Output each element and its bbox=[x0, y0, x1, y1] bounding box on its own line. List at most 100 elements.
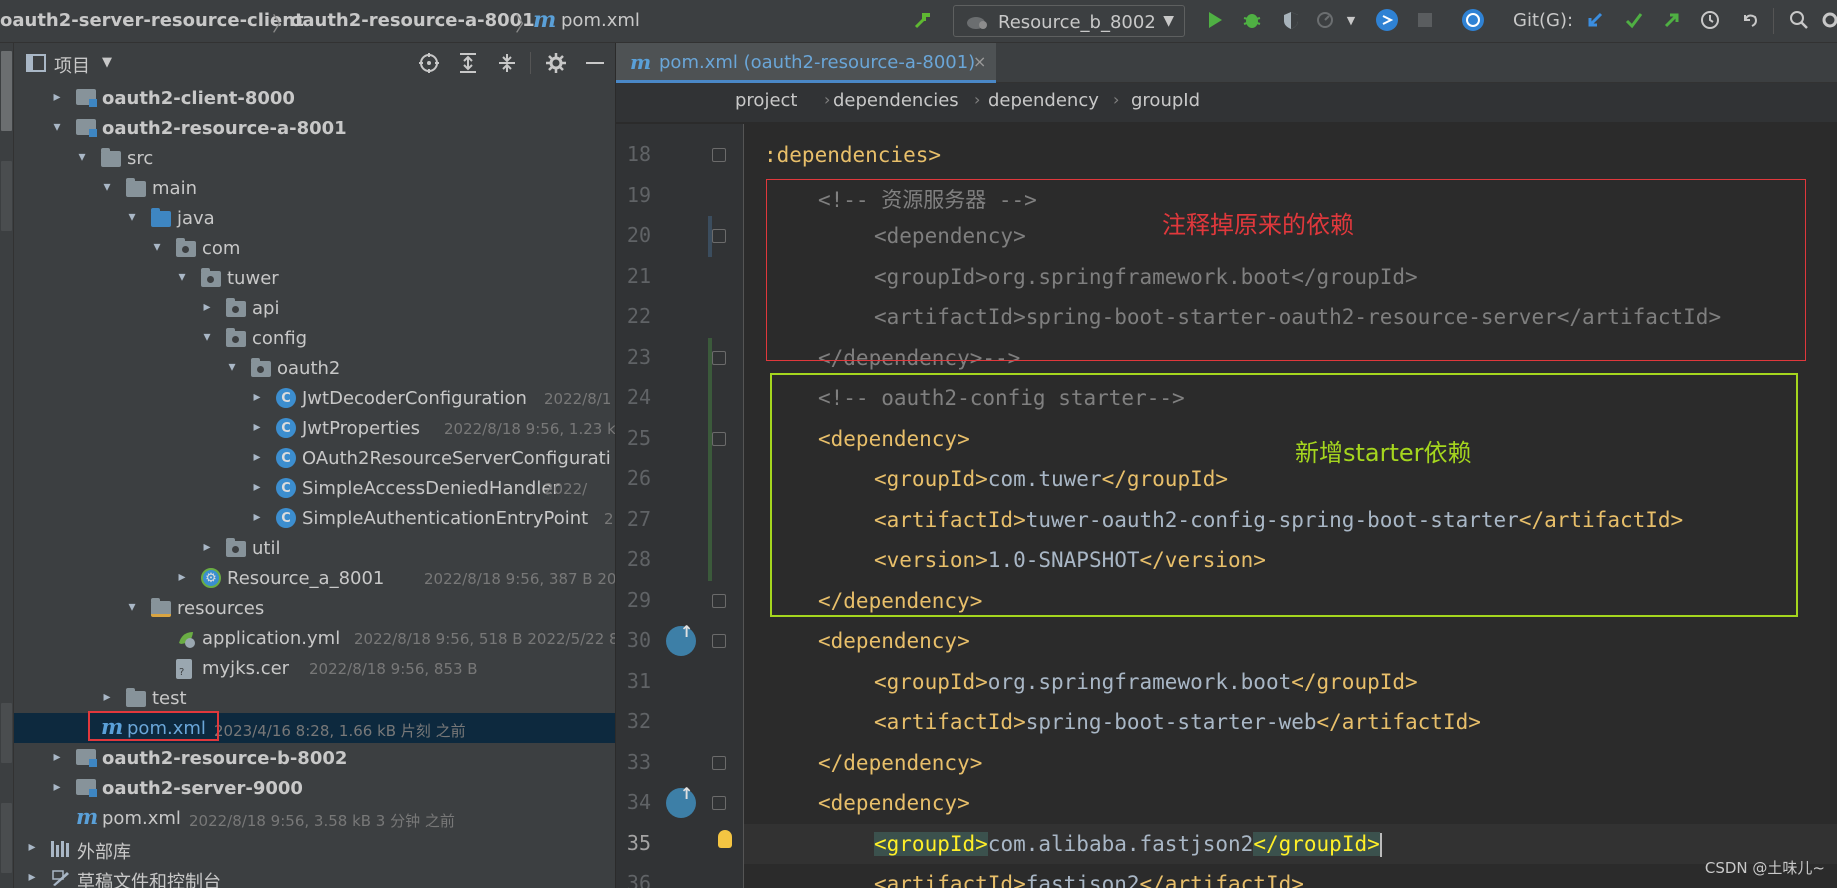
fold-marker-icon[interactable] bbox=[712, 634, 726, 648]
attach-debugger-icon[interactable] bbox=[1375, 8, 1399, 32]
locate-target-icon[interactable] bbox=[418, 52, 440, 74]
chevron-down-icon[interactable]: ▾ bbox=[50, 119, 64, 135]
chevron-down-icon[interactable]: ▾ bbox=[175, 269, 189, 285]
fold-marker-icon[interactable] bbox=[712, 593, 726, 608]
chevron-down-icon[interactable]: ▾ bbox=[125, 209, 139, 225]
hide-panel-minus-icon[interactable] bbox=[584, 52, 606, 74]
tree-item[interactable]: ▸ C SimpleAccessDeniedHandler 2022/ bbox=[14, 473, 615, 503]
chevron-down-icon[interactable]: ▾ bbox=[75, 149, 89, 165]
chevron-right-icon[interactable]: ▸ bbox=[50, 779, 64, 795]
git-push-arrow-icon[interactable] bbox=[1660, 8, 1684, 32]
breadcrumb-project[interactable]: project bbox=[735, 90, 797, 111]
stop-icon[interactable] bbox=[1413, 8, 1437, 32]
tree-item[interactable]: ▾ src bbox=[14, 143, 615, 173]
editor-tab-pom[interactable]: m pom.xml (oauth2-resource-a-8001) × bbox=[616, 43, 996, 83]
tree-item[interactable]: m pom.xml 2022/8/18 9:56, 3.58 kB 3 分钟 之前 bbox=[14, 803, 615, 833]
settings-gear-icon[interactable] bbox=[545, 52, 567, 74]
run-configuration-select[interactable]: Resource_b_8002 ▼ bbox=[953, 5, 1185, 37]
tree-item[interactable]: ▾ tuwer bbox=[14, 263, 615, 293]
fold-marker-icon[interactable] bbox=[712, 229, 726, 243]
debug-bug-icon[interactable] bbox=[1240, 8, 1264, 32]
expand-all-icon[interactable] bbox=[457, 52, 479, 74]
fold-marker-icon[interactable] bbox=[712, 350, 726, 365]
nav-crumb-module[interactable]: oauth2-resource-a-8001 bbox=[290, 10, 535, 31]
tree-item[interactable]: ▾ java bbox=[14, 203, 615, 233]
tree-item[interactable]: ▸ util bbox=[14, 533, 615, 563]
tree-item[interactable]: ▾ resources bbox=[14, 593, 615, 623]
breadcrumb-dependencies[interactable]: dependencies bbox=[833, 90, 959, 111]
tree-item[interactable]: ▸ oauth2-resource-b-8002 bbox=[14, 743, 615, 773]
project-tool-tab[interactable] bbox=[1, 51, 12, 131]
intention-bulb-icon[interactable] bbox=[718, 829, 732, 848]
tree-item[interactable]: ▸ ⚙ Resource_a_8001 2022/8/18 9:56, 387 B 2… bbox=[14, 563, 615, 593]
chevron-down-icon[interactable]: ▾ bbox=[200, 329, 214, 345]
search-icon[interactable] bbox=[1787, 8, 1811, 32]
vcs-added-marker[interactable] bbox=[708, 337, 712, 581]
tree-item[interactable]: ▸ test bbox=[14, 683, 615, 713]
chevron-down-icon[interactable]: ▾ bbox=[125, 599, 139, 615]
collapse-all-icon[interactable] bbox=[496, 52, 518, 74]
nav-crumb-project[interactable]: oauth2-server-resource-client bbox=[0, 10, 304, 31]
chevron-right-icon[interactable]: ▸ bbox=[250, 419, 264, 435]
nav-crumb-file[interactable]: pom.xml bbox=[561, 10, 640, 31]
git-history-clock-icon[interactable] bbox=[1698, 8, 1722, 32]
chevron-down-icon[interactable]: ▼ bbox=[1344, 8, 1358, 32]
chevron-right-icon[interactable]: ▸ bbox=[250, 479, 264, 495]
tree-item[interactable]: ? myjks.cer 2022/8/18 9:56, 853 B bbox=[14, 653, 615, 683]
chevron-right-icon[interactable]: ▸ bbox=[25, 869, 39, 885]
bookmarks-tool-tab[interactable] bbox=[1, 703, 12, 763]
tree-item[interactable]: ▸ api bbox=[14, 293, 615, 323]
chevron-down-icon[interactable]: ▾ bbox=[225, 359, 239, 375]
fold-marker-icon[interactable] bbox=[712, 755, 726, 770]
tree-item[interactable]: ▾ oauth2 bbox=[14, 353, 615, 383]
tree-item[interactable]: ▸ C SimpleAuthenticationEntryPoint 2 bbox=[14, 503, 615, 533]
fold-marker-icon[interactable] bbox=[712, 148, 726, 162]
update-running-app-icon[interactable] bbox=[1461, 8, 1485, 32]
tree-item[interactable]: ▾ com bbox=[14, 233, 615, 263]
git-update-arrow-icon[interactable] bbox=[1583, 8, 1607, 32]
navigate-to-dependency-icon[interactable] bbox=[666, 622, 696, 656]
project-panel-title[interactable]: 项目 bbox=[54, 52, 90, 78]
breadcrumb-groupid[interactable]: groupId bbox=[1131, 90, 1200, 111]
chevron-right-icon[interactable]: ▸ bbox=[250, 509, 264, 525]
tree-item[interactable]: application.yml 2022/8/18 9:56, 518 B 202… bbox=[14, 623, 615, 653]
build-hammer-icon[interactable] bbox=[912, 8, 936, 32]
tree-item[interactable]: ▸ 草稿文件和控制台 bbox=[14, 863, 615, 888]
chevron-right-icon[interactable]: ▸ bbox=[250, 449, 264, 465]
tree-item[interactable]: ▸ 外部库 bbox=[14, 833, 615, 863]
run-icon[interactable] bbox=[1203, 8, 1227, 32]
tree-item[interactable]: ▾ main bbox=[14, 173, 615, 203]
chevron-down-icon[interactable]: ▾ bbox=[100, 179, 114, 195]
profiler-icon[interactable] bbox=[1314, 8, 1338, 32]
navigate-to-dependency-icon[interactable] bbox=[666, 784, 696, 818]
tree-item[interactable]: ▸ C OAuth2ResourceServerConfigurati bbox=[14, 443, 615, 473]
chevron-down-icon[interactable]: ▼ bbox=[102, 55, 112, 70]
chevron-right-icon[interactable]: ▸ bbox=[25, 839, 39, 855]
tree-item[interactable]: ▸ C JwtDecoderConfiguration 2022/8/1 bbox=[14, 383, 615, 413]
settings-gear-icon[interactable] bbox=[1818, 8, 1837, 32]
chevron-right-icon[interactable]: ▸ bbox=[175, 569, 189, 585]
chevron-right-icon[interactable]: ▸ bbox=[200, 539, 214, 555]
chevron-right-icon[interactable]: ▸ bbox=[50, 749, 64, 765]
chevron-right-icon[interactable]: ▸ bbox=[200, 299, 214, 315]
breadcrumb-dependency[interactable]: dependency bbox=[988, 90, 1099, 111]
favorites-tool-tab[interactable] bbox=[1, 803, 12, 873]
chevron-right-icon[interactable]: ▸ bbox=[250, 389, 264, 405]
coverage-shield-icon[interactable] bbox=[1279, 8, 1303, 32]
close-tab-icon[interactable]: × bbox=[973, 52, 986, 71]
chevron-right-icon: 〉 bbox=[272, 12, 292, 36]
git-commit-check-icon[interactable] bbox=[1622, 8, 1646, 32]
structure-tool-tab[interactable] bbox=[1, 161, 12, 231]
chevron-right-icon[interactable]: ▸ bbox=[100, 689, 114, 705]
vcs-modified-marker[interactable] bbox=[708, 216, 712, 257]
fold-marker-icon[interactable] bbox=[712, 431, 726, 446]
fold-marker-icon[interactable] bbox=[712, 796, 726, 810]
tree-item[interactable]: ▾ config bbox=[14, 323, 615, 353]
chevron-right-icon[interactable]: ▸ bbox=[50, 89, 64, 105]
tree-item[interactable]: ▸ oauth2-client-8000 bbox=[14, 83, 615, 113]
chevron-down-icon[interactable]: ▾ bbox=[150, 239, 164, 255]
tree-item[interactable]: ▸ oauth2-server-9000 bbox=[14, 773, 615, 803]
git-rollback-icon[interactable] bbox=[1738, 8, 1762, 32]
tree-item[interactable]: ▾ oauth2-resource-a-8001 bbox=[14, 113, 615, 143]
tree-item[interactable]: ▸ C JwtProperties 2022/8/18 9:56, 1.23 k bbox=[14, 413, 615, 443]
